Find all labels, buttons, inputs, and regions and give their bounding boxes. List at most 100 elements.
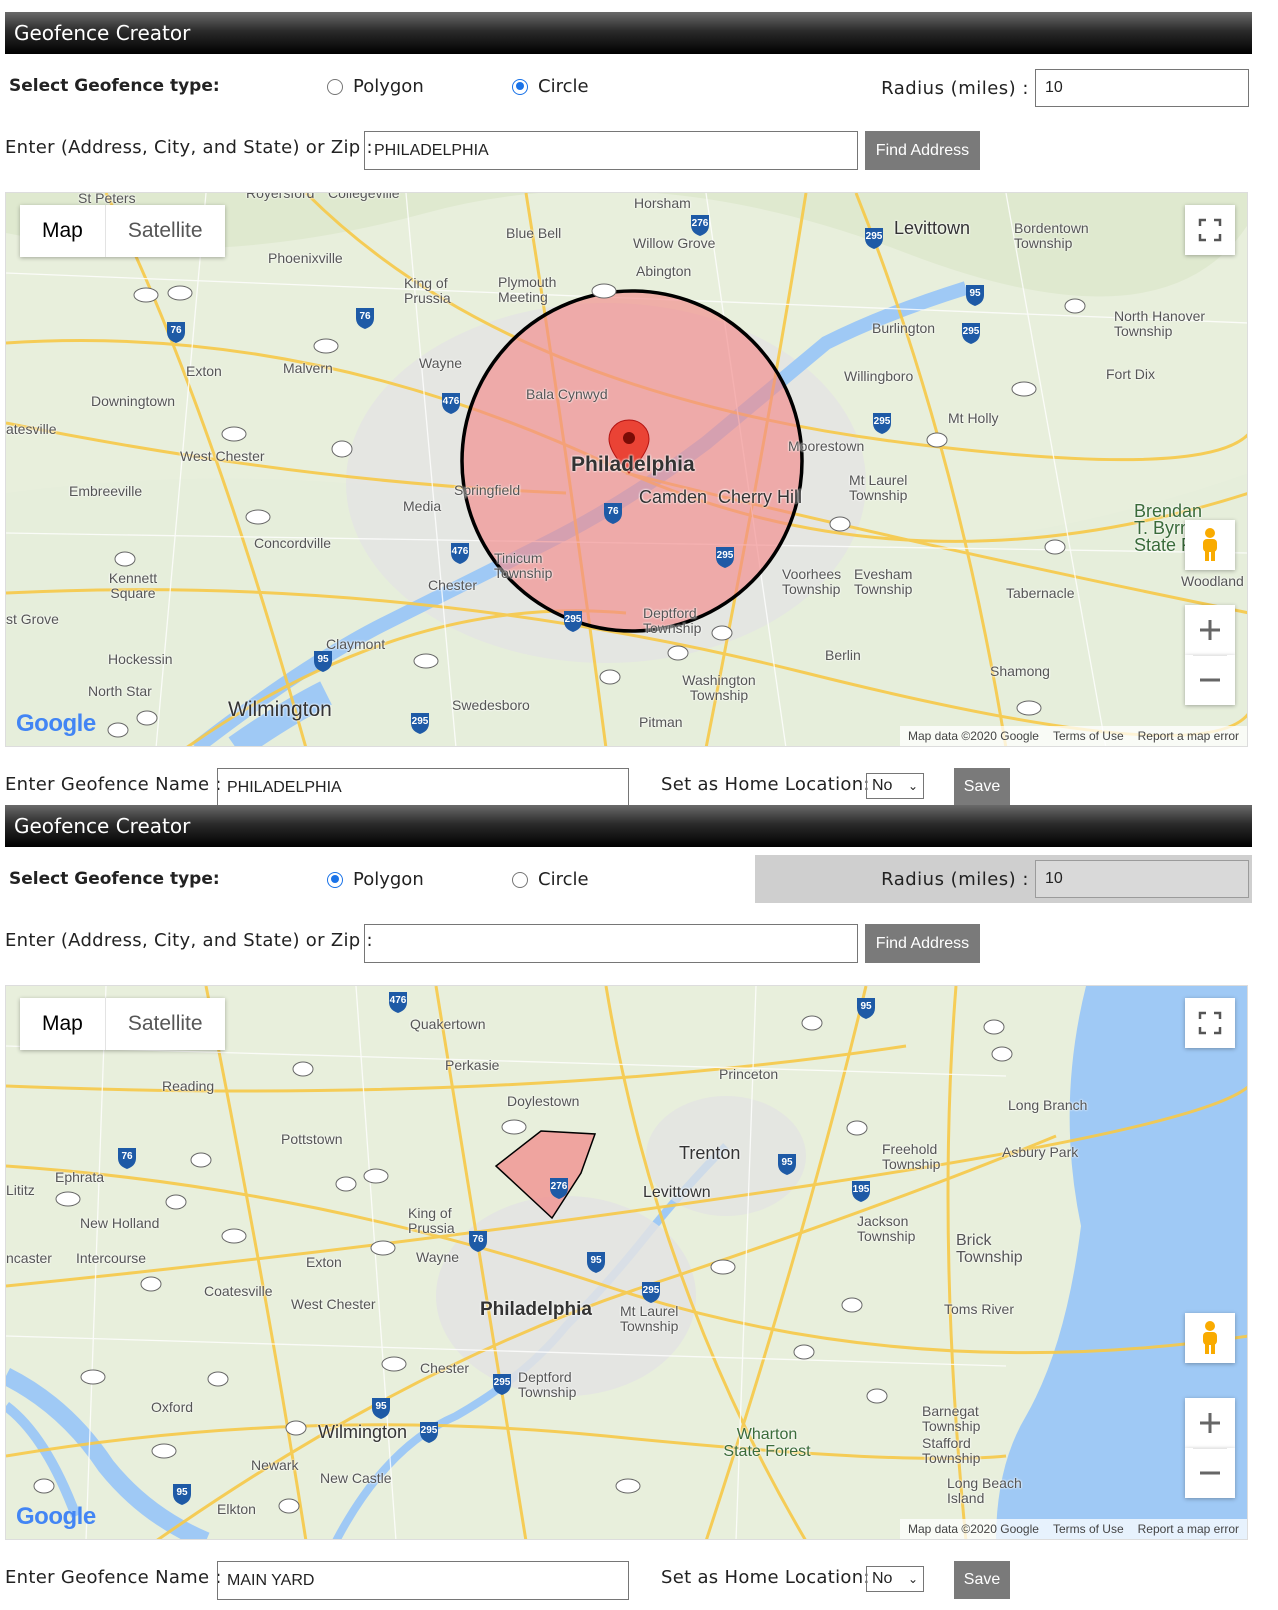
map-label: Hockessin — [108, 651, 173, 667]
map-label: Levittown — [894, 218, 971, 238]
svg-text:76: 76 — [607, 506, 619, 517]
map-label: Phoenixville — [268, 250, 343, 266]
home-location-select[interactable]: No ⌄ — [866, 1566, 924, 1592]
map-label: Freehold Township — [882, 1141, 941, 1172]
map-tab[interactable]: Map — [20, 205, 106, 257]
google-logo-text: Google — [16, 710, 96, 737]
polygon-radio-option[interactable]: Polygon — [327, 76, 424, 97]
map-label: ncaster — [6, 1250, 52, 1266]
radius-input[interactable]: 10 — [1035, 69, 1249, 107]
save-button[interactable]: Save — [954, 768, 1010, 806]
map-label: atesville — [6, 421, 57, 437]
map-label: Exton — [186, 363, 222, 379]
map-label: New Holland — [80, 1215, 160, 1231]
find-address-button[interactable]: Find Address — [865, 131, 980, 170]
map-label: Bala Cynwyd — [526, 386, 608, 402]
address-input[interactable] — [364, 924, 858, 963]
home-location-select[interactable]: No ⌄ — [866, 773, 924, 799]
fullscreen-button[interactable] — [1185, 998, 1235, 1048]
circle-radio-label: Circle — [538, 869, 589, 890]
circle-radio-option[interactable]: Circle — [512, 76, 589, 97]
address-label: Enter (Address, City, and State) or Zip … — [5, 930, 373, 951]
map-view[interactable]: 476 95 76 276 95 195 76 95 295 295 95 29… — [5, 985, 1248, 1540]
map-label: Brick Township — [956, 1232, 1023, 1266]
satellite-tab[interactable]: Satellite — [106, 205, 225, 257]
map-label: St Peters — [78, 192, 136, 206]
fullscreen-button[interactable] — [1185, 205, 1235, 255]
map-label: Claymont — [326, 636, 386, 652]
svg-text:295: 295 — [565, 614, 582, 625]
svg-text:95: 95 — [176, 1487, 188, 1498]
map-label: Stafford Township — [922, 1435, 981, 1466]
report-error-link[interactable]: Report a map error — [1138, 1519, 1239, 1539]
map-label: Horsham — [634, 195, 691, 211]
panel-title: Geofence Creator — [5, 805, 1252, 847]
zoom-divider — [1193, 655, 1227, 656]
street-view-button[interactable] — [1185, 1313, 1235, 1363]
svg-text:295: 295 — [866, 231, 883, 242]
circle-radio[interactable] — [512, 871, 528, 888]
zoom-out-button[interactable] — [1185, 1448, 1235, 1498]
home-location-value: No — [872, 777, 893, 794]
map-attribution: Map data ©2020 Google Terms of Use Repor… — [900, 1519, 1247, 1539]
map-label: Willingboro — [844, 368, 914, 384]
svg-text:276: 276 — [692, 218, 709, 229]
map-label: Concordville — [254, 535, 332, 551]
save-button[interactable]: Save — [954, 1561, 1010, 1599]
terms-link[interactable]: Terms of Use — [1053, 1519, 1124, 1539]
svg-text:95: 95 — [860, 1001, 872, 1012]
svg-text:195: 195 — [853, 1184, 870, 1195]
svg-text:95: 95 — [375, 1401, 387, 1412]
find-address-button[interactable]: Find Address — [865, 924, 980, 963]
circle-radio-option[interactable]: Circle — [512, 869, 589, 890]
polygon-radio[interactable] — [327, 78, 343, 95]
radius-label: Radius (miles) : — [881, 868, 1029, 890]
home-location-value: No — [872, 1570, 893, 1587]
zoom-in-button[interactable] — [1185, 1398, 1235, 1448]
map-label: Long Beach Island — [947, 1475, 1022, 1506]
chevron-down-icon: ⌄ — [907, 779, 918, 793]
map-label: Elkton — [217, 1501, 256, 1517]
map-label: Wilmington — [228, 698, 332, 721]
svg-text:76: 76 — [170, 325, 182, 336]
map-label: Mt Holly — [948, 410, 999, 426]
map-label: West Chester — [180, 448, 265, 464]
terms-link[interactable]: Terms of Use — [1053, 726, 1124, 746]
street-view-button[interactable] — [1185, 520, 1235, 570]
svg-text:95: 95 — [781, 1157, 793, 1168]
map-label: Toms River — [944, 1301, 1015, 1317]
address-label: Enter (Address, City, and State) or Zip … — [5, 137, 373, 158]
polygon-radio-option[interactable]: Polygon — [327, 869, 424, 890]
circle-radio[interactable] — [512, 78, 528, 95]
zoom-out-button[interactable] — [1185, 655, 1235, 705]
map-label: Chester — [420, 1360, 470, 1376]
map-label: Wilmington — [318, 1422, 408, 1442]
map-label: Mt Laurel Township — [849, 472, 908, 503]
home-location-label: Set as Home Location: — [661, 1567, 870, 1588]
geofence-name-input[interactable]: MAIN YARD — [217, 1561, 629, 1600]
report-error-link[interactable]: Report a map error — [1138, 726, 1239, 746]
panel-title: Geofence Creator — [5, 12, 1252, 54]
map-label: Woodland — [1181, 573, 1244, 589]
map-label: Abington — [636, 263, 692, 279]
zoom-in-button[interactable] — [1185, 605, 1235, 655]
map-label: Pottstown — [281, 1131, 343, 1147]
map-label: Springfield — [454, 482, 521, 498]
map-view[interactable]: 276 295 95 76 76 295 295 476 476 76 295 … — [5, 192, 1248, 747]
geofence-name-input[interactable]: PHILADELPHIA — [217, 768, 629, 807]
google-logo: Google — [16, 1503, 96, 1531]
plus-icon — [1200, 620, 1220, 640]
map-tab[interactable]: Map — [20, 998, 106, 1050]
svg-text:476: 476 — [390, 995, 407, 1006]
svg-text:295: 295 — [412, 716, 429, 727]
address-input[interactable]: PHILADELPHIA — [364, 131, 858, 170]
polygon-radio-label: Polygon — [353, 76, 424, 97]
satellite-tab[interactable]: Satellite — [106, 998, 225, 1050]
map-label: Embreeville — [69, 483, 143, 499]
map-label: Voorhees Township — [782, 566, 842, 597]
map-label: Tabernacle — [1006, 585, 1075, 601]
polygon-radio[interactable] — [327, 871, 343, 888]
fullscreen-icon — [1198, 218, 1222, 242]
map-label: Philadelphia — [571, 453, 695, 476]
map-label: King of Prussia — [404, 275, 451, 306]
